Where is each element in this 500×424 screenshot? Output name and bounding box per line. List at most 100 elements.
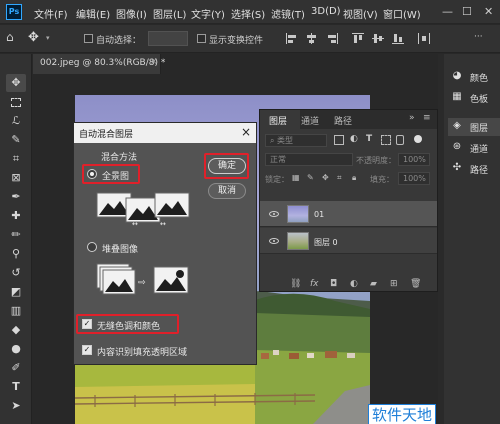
link-layers-icon[interactable]: ⛓ — [290, 279, 301, 289]
lock-pixels-icon[interactable]: ✎ — [307, 173, 314, 182]
blur-tool-icon[interactable]: ◆ — [6, 321, 26, 339]
quick-select-tool-icon[interactable]: ✎ — [6, 131, 26, 149]
layer-name[interactable]: 图层 0 — [314, 237, 338, 248]
dock-item-color[interactable]: ◕ 颜色 — [448, 68, 500, 86]
type-tool-icon[interactable]: T — [6, 378, 26, 396]
move-tool-icon[interactable]: ✥ — [28, 30, 39, 45]
move-tool-icon[interactable]: ✥ — [6, 74, 26, 92]
fill-value: 100% — [403, 174, 426, 183]
menu-3d[interactable]: 3D(D) — [311, 6, 341, 17]
tab-paths[interactable]: 路径 — [334, 114, 352, 127]
lock-transparent-icon[interactable]: ▦ — [292, 173, 300, 182]
new-layer-icon[interactable]: ⊞ — [390, 279, 398, 289]
dock-item-swatches[interactable]: ▦ 色板 — [448, 89, 500, 107]
panorama-radio[interactable] — [87, 169, 97, 179]
dialog-titlebar[interactable]: 自动混合图层 × — [74, 123, 256, 143]
opacity-input[interactable]: 100% — [398, 153, 430, 166]
align-right-icon[interactable] — [326, 33, 338, 44]
align-top-icon[interactable] — [352, 33, 364, 44]
menu-view[interactable]: 视图(V) — [343, 6, 378, 21]
minimize-button[interactable]: — — [442, 5, 453, 18]
content-aware-fill-checkbox[interactable]: ✓ — [82, 345, 92, 355]
align-middle-icon[interactable] — [372, 33, 384, 44]
lock-artboard-icon[interactable]: ⌗ — [337, 173, 342, 183]
eye-icon[interactable] — [269, 211, 279, 217]
clone-stamp-tool-icon[interactable]: ⚲ — [6, 245, 26, 263]
pen-tool-icon[interactable]: ✐ — [6, 359, 26, 377]
pixel-filter-icon[interactable] — [334, 135, 344, 145]
close-button[interactable]: ✕ — [484, 5, 493, 18]
adjustment-layer-icon[interactable]: ◐ — [350, 279, 358, 289]
menu-image[interactable]: 图像(I) — [116, 6, 147, 21]
menu-layer[interactable]: 图层(L) — [153, 6, 186, 21]
lock-label: 锁定： — [265, 175, 289, 184]
tab-layers[interactable]: 图层 — [269, 114, 287, 127]
chevron-down-icon[interactable]: ▾ — [46, 34, 50, 42]
collapse-icon[interactable]: » — [409, 113, 415, 123]
blend-mode-select[interactable]: 正常 — [265, 153, 353, 166]
path-select-tool-icon[interactable]: ➤ — [6, 397, 26, 415]
stack-images-radio[interactable] — [87, 242, 97, 252]
menu-edit[interactable]: 编辑(E) — [76, 6, 110, 21]
seamless-tones-label[interactable]: 无缝色调和颜色 — [97, 319, 160, 332]
align-bottom-icon[interactable] — [392, 33, 404, 44]
eye-icon[interactable] — [269, 238, 279, 244]
menu-select[interactable]: 选择(S) — [231, 6, 265, 21]
trash-icon[interactable]: 🗑︎ — [410, 279, 421, 289]
align-center-icon[interactable] — [306, 33, 318, 44]
distribute-icon[interactable] — [418, 33, 430, 44]
lasso-tool-icon[interactable]: ℒ — [6, 112, 26, 130]
auto-select-target-select[interactable] — [148, 31, 188, 46]
lock-all-icon[interactable]: 🔒︎ — [352, 173, 356, 183]
shape-filter-icon[interactable] — [381, 135, 391, 145]
layer-row[interactable]: 01 — [260, 201, 437, 227]
menu-file[interactable]: 文件(F) — [34, 6, 68, 21]
ok-button[interactable]: 确定 — [208, 158, 246, 174]
stack-images-label[interactable]: 堆叠图像 — [102, 242, 138, 255]
dialog-title: 自动混合图层 — [79, 130, 134, 140]
auto-select-checkbox[interactable] — [84, 34, 93, 43]
dock-item-paths[interactable]: ✣ 路径 — [448, 160, 500, 178]
show-transform-checkbox[interactable] — [197, 34, 206, 43]
menu-type[interactable]: 文字(Y) — [191, 6, 225, 21]
eyedropper-tool-icon[interactable]: ✒ — [6, 188, 26, 206]
seamless-tones-checkbox[interactable]: ✓ — [82, 319, 92, 329]
tab-channels[interactable]: 通道 — [301, 114, 319, 127]
fx-icon[interactable]: fx — [310, 279, 319, 289]
cancel-button[interactable]: 取消 — [208, 183, 246, 199]
new-group-icon[interactable]: ▰ — [370, 279, 377, 289]
fill-input[interactable]: 100% — [398, 172, 430, 185]
more-options-icon[interactable]: ··· — [474, 32, 483, 42]
frame-tool-icon[interactable]: ⊠ — [6, 169, 26, 187]
menu-window[interactable]: 窗口(W) — [383, 6, 421, 21]
crop-tool-icon[interactable]: ⌗ — [6, 150, 26, 168]
type-filter-icon[interactable]: T — [366, 134, 372, 144]
smart-object-filter-icon[interactable] — [396, 135, 404, 145]
tools-panel: ✥ ℒ ✎ ⌗ ⊠ ✒ ✚ ✏ ⚲ ↺ ◩ ▥ ◆ ● ✐ T ➤ — [0, 54, 32, 424]
menu-filter[interactable]: 滤镜(T) — [271, 6, 305, 21]
marquee-tool-icon[interactable] — [6, 93, 26, 111]
layer-row[interactable]: 图层 0 — [260, 228, 437, 254]
panorama-label[interactable]: 全景图 — [102, 169, 129, 182]
options-home-icon[interactable]: ⌂ — [6, 30, 14, 44]
align-left-icon[interactable] — [286, 33, 298, 44]
add-mask-icon[interactable]: ◘ — [330, 279, 337, 289]
lock-position-icon[interactable]: ✥ — [322, 173, 329, 182]
layer-name[interactable]: 01 — [314, 210, 324, 219]
layer-filter-input[interactable]: ⌕ 类型 — [265, 134, 327, 147]
gradient-tool-icon[interactable]: ▥ — [6, 302, 26, 320]
close-icon[interactable]: × — [241, 125, 251, 139]
content-aware-fill-label[interactable]: 内容识别填充透明区域 — [97, 345, 187, 358]
healing-brush-tool-icon[interactable]: ✚ — [6, 207, 26, 225]
eraser-tool-icon[interactable]: ◩ — [6, 283, 26, 301]
history-brush-tool-icon[interactable]: ↺ — [6, 264, 26, 282]
maximize-button[interactable]: ☐ — [462, 5, 472, 18]
dock-item-layers[interactable]: ◈ 图层 — [448, 118, 500, 136]
document-close-icon[interactable]: × — [150, 57, 158, 67]
panel-menu-icon[interactable]: ≡ — [423, 113, 431, 123]
dock-item-channels[interactable]: ⊛ 通道 — [448, 139, 500, 157]
dodge-tool-icon[interactable]: ● — [6, 340, 26, 358]
adjustment-filter-icon[interactable]: ◐ — [350, 134, 358, 144]
filter-toggle-icon[interactable] — [414, 135, 422, 143]
brush-tool-icon[interactable]: ✏ — [6, 226, 26, 244]
